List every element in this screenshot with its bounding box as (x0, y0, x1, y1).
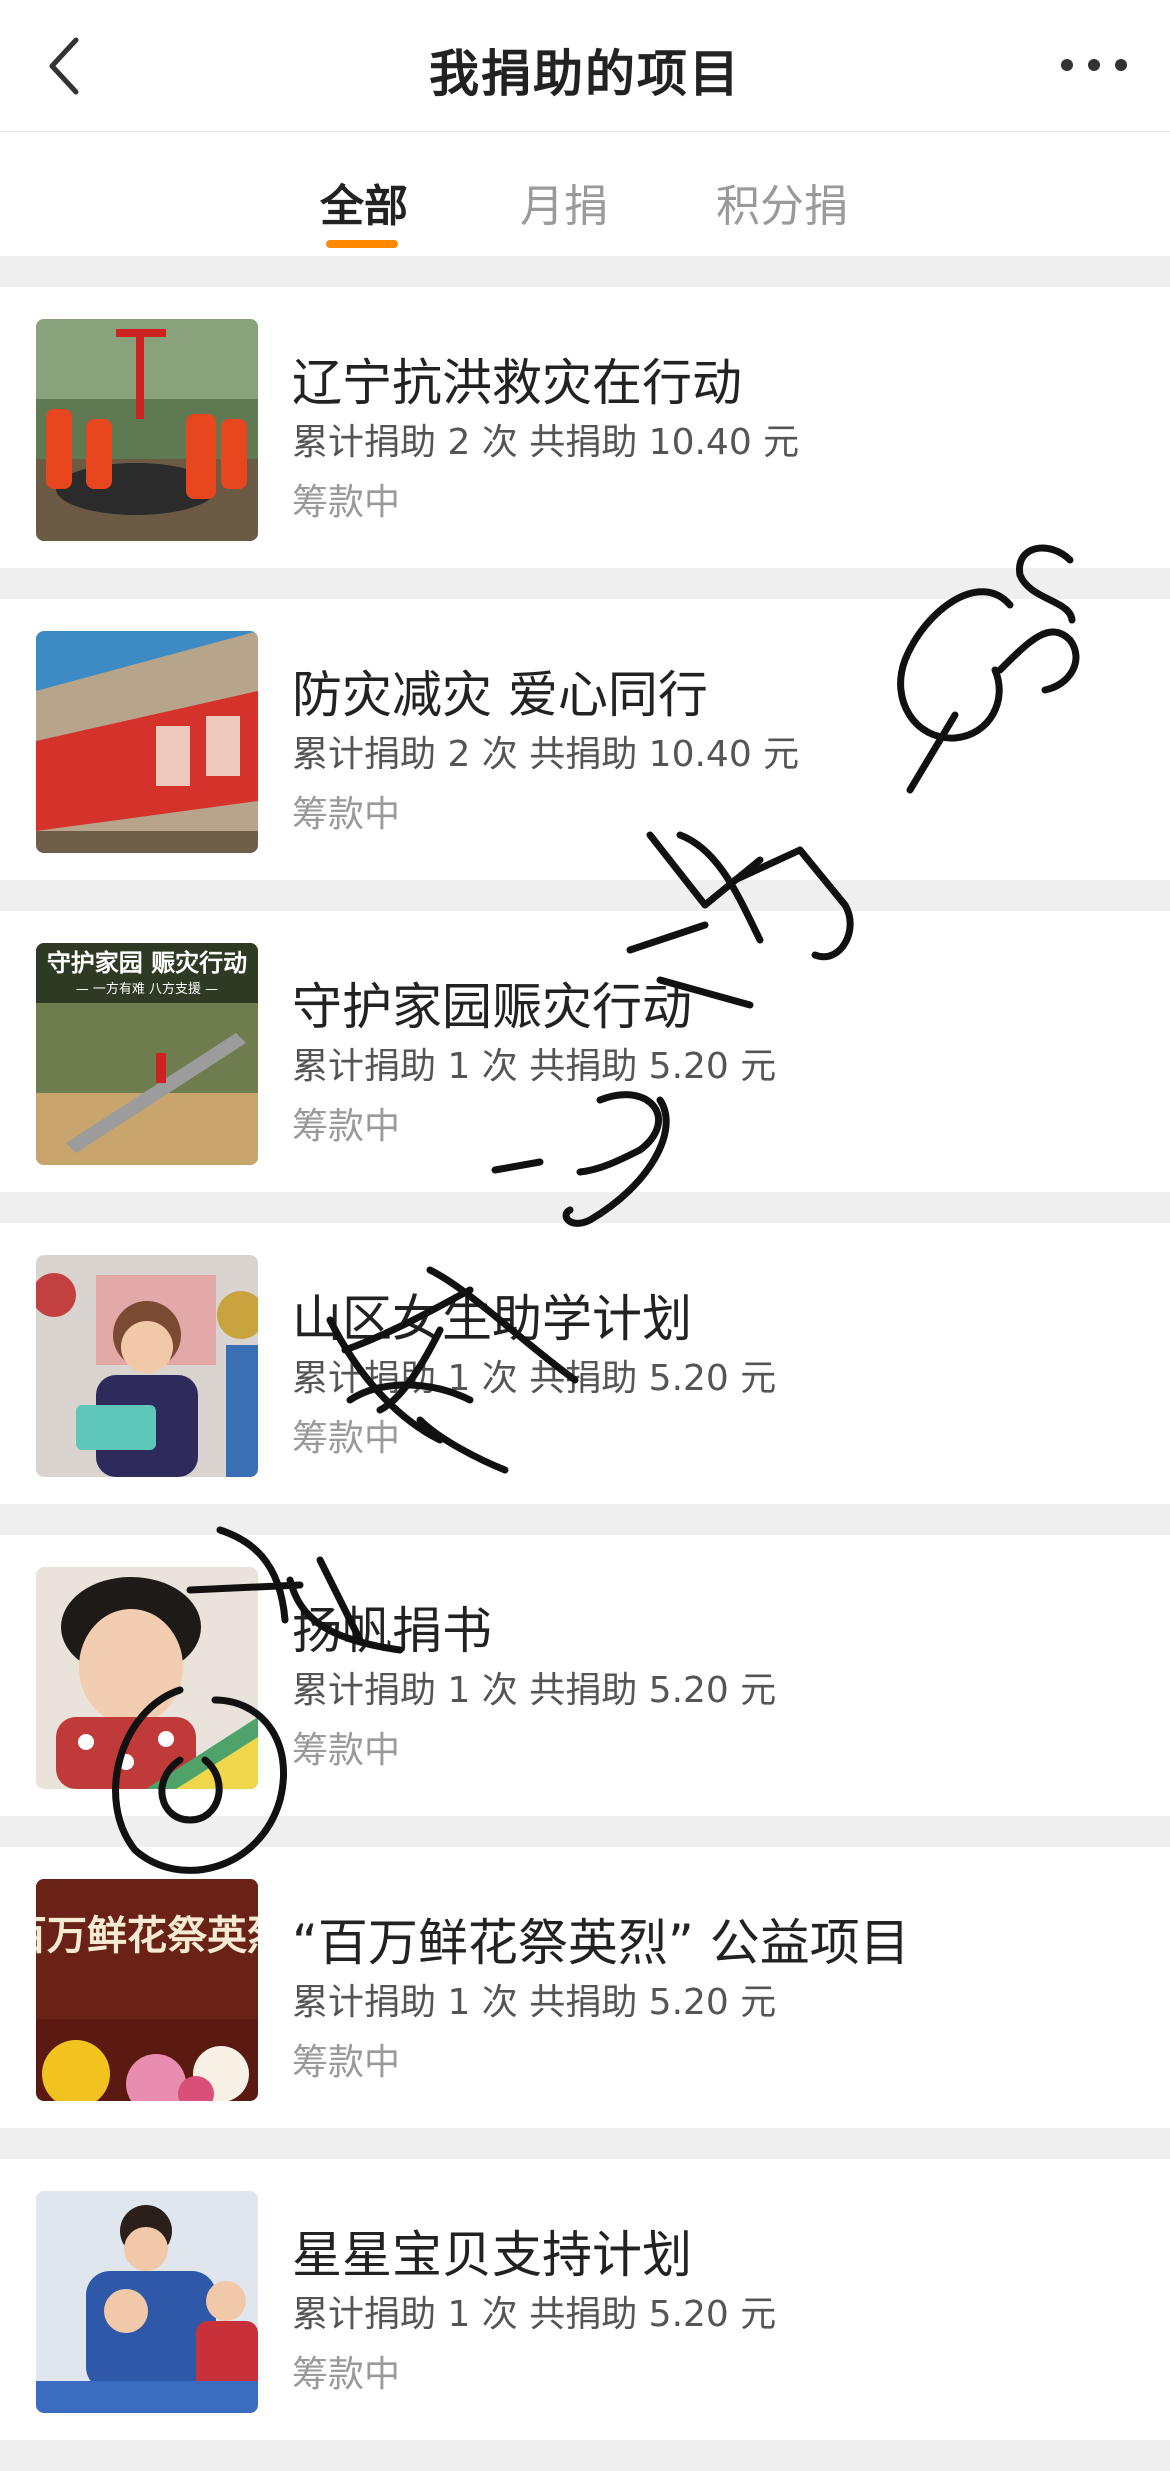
tab-bar: 全部 月捐 积分捐 (0, 132, 1170, 256)
project-title: 山区女生助学计划 (292, 1290, 692, 1348)
project-donation-stats: 累计捐助 2 次 共捐助 10.40 元 (292, 422, 800, 463)
project-thumbnail (36, 631, 258, 853)
page-title: 我捐助的项目 (429, 45, 741, 103)
project-title: 扬帆捐书 (292, 1602, 492, 1660)
tab-monthly[interactable]: 月捐 (520, 170, 608, 234)
tab-all[interactable]: 全部 (320, 170, 408, 234)
project-thumbnail: 守护家园 赈灾行动 — 一方有难 八方支援 — (36, 943, 258, 1165)
project-donation-stats: 累计捐助 1 次 共捐助 5.20 元 (292, 1046, 777, 1087)
project-card[interactable]: 百万鲜花祭英烈 “百万鲜花祭英烈” 公益项目 累计捐助 1 次 共捐助 5.20… (0, 1847, 1170, 2128)
project-donation-stats: 累计捐助 1 次 共捐助 5.20 元 (292, 1982, 777, 2023)
thumbnail-subcaption: — 一方有难 八方支援 — (76, 981, 218, 997)
project-card[interactable]: 辽宁抗洪救灾在行动 累计捐助 2 次 共捐助 10.40 元 筹款中 (0, 287, 1170, 568)
project-title: 辽宁抗洪救灾在行动 (292, 354, 742, 412)
project-status: 筹款中 (292, 2354, 401, 2395)
project-thumbnail: 百万鲜花祭英烈 (36, 1879, 258, 2101)
thumbnail-caption: 百万鲜花祭英烈 (36, 1912, 258, 1959)
project-donation-stats: 累计捐助 1 次 共捐助 5.20 元 (292, 1670, 777, 1711)
more-horizontal-icon (1061, 59, 1127, 71)
project-donation-stats: 累计捐助 1 次 共捐助 5.20 元 (292, 1358, 777, 1399)
more-options-button[interactable] (1054, 40, 1134, 90)
thumbnail-caption: 守护家园 赈灾行动 (47, 949, 247, 977)
project-card[interactable]: 防灾减灾 爱心同行 累计捐助 2 次 共捐助 10.40 元 筹款中 (0, 599, 1170, 880)
project-status: 筹款中 (292, 482, 401, 523)
project-thumbnail (36, 2191, 258, 2413)
project-status: 筹款中 (292, 794, 401, 835)
project-status: 筹款中 (292, 2042, 401, 2083)
project-card[interactable]: 扬帆捐书 累计捐助 1 次 共捐助 5.20 元 筹款中 (0, 1535, 1170, 1816)
project-thumbnail (36, 1567, 258, 1789)
top-navigation-bar: 我捐助的项目 (0, 0, 1170, 132)
project-title: 星星宝贝支持计划 (292, 2226, 692, 2284)
project-status: 筹款中 (292, 1418, 401, 1459)
project-status: 筹款中 (292, 1106, 401, 1147)
project-donation-stats: 累计捐助 2 次 共捐助 10.40 元 (292, 734, 800, 775)
project-thumbnail (36, 319, 258, 541)
project-donation-stats: 累计捐助 1 次 共捐助 5.20 元 (292, 2294, 777, 2335)
active-tab-indicator (326, 240, 398, 248)
project-card[interactable]: 星星宝贝支持计划 累计捐助 1 次 共捐助 5.20 元 筹款中 (0, 2159, 1170, 2440)
donation-project-list: 辽宁抗洪救灾在行动 累计捐助 2 次 共捐助 10.40 元 筹款中 防灾减灾 … (0, 287, 1170, 2471)
project-title: 防灾减灾 爱心同行 (292, 666, 708, 724)
project-thumbnail (36, 1255, 258, 1477)
project-card[interactable]: 山区女生助学计划 累计捐助 1 次 共捐助 5.20 元 筹款中 (0, 1223, 1170, 1504)
project-card[interactable]: 守护家园 赈灾行动 — 一方有难 八方支援 — 守护家园赈灾行动 累计捐助 1 … (0, 911, 1170, 1192)
project-title: “百万鲜花祭英烈” 公益项目 (292, 1914, 910, 1972)
tab-points[interactable]: 积分捐 (716, 170, 848, 234)
project-status: 筹款中 (292, 1730, 401, 1771)
project-title: 守护家园赈灾行动 (292, 978, 692, 1036)
